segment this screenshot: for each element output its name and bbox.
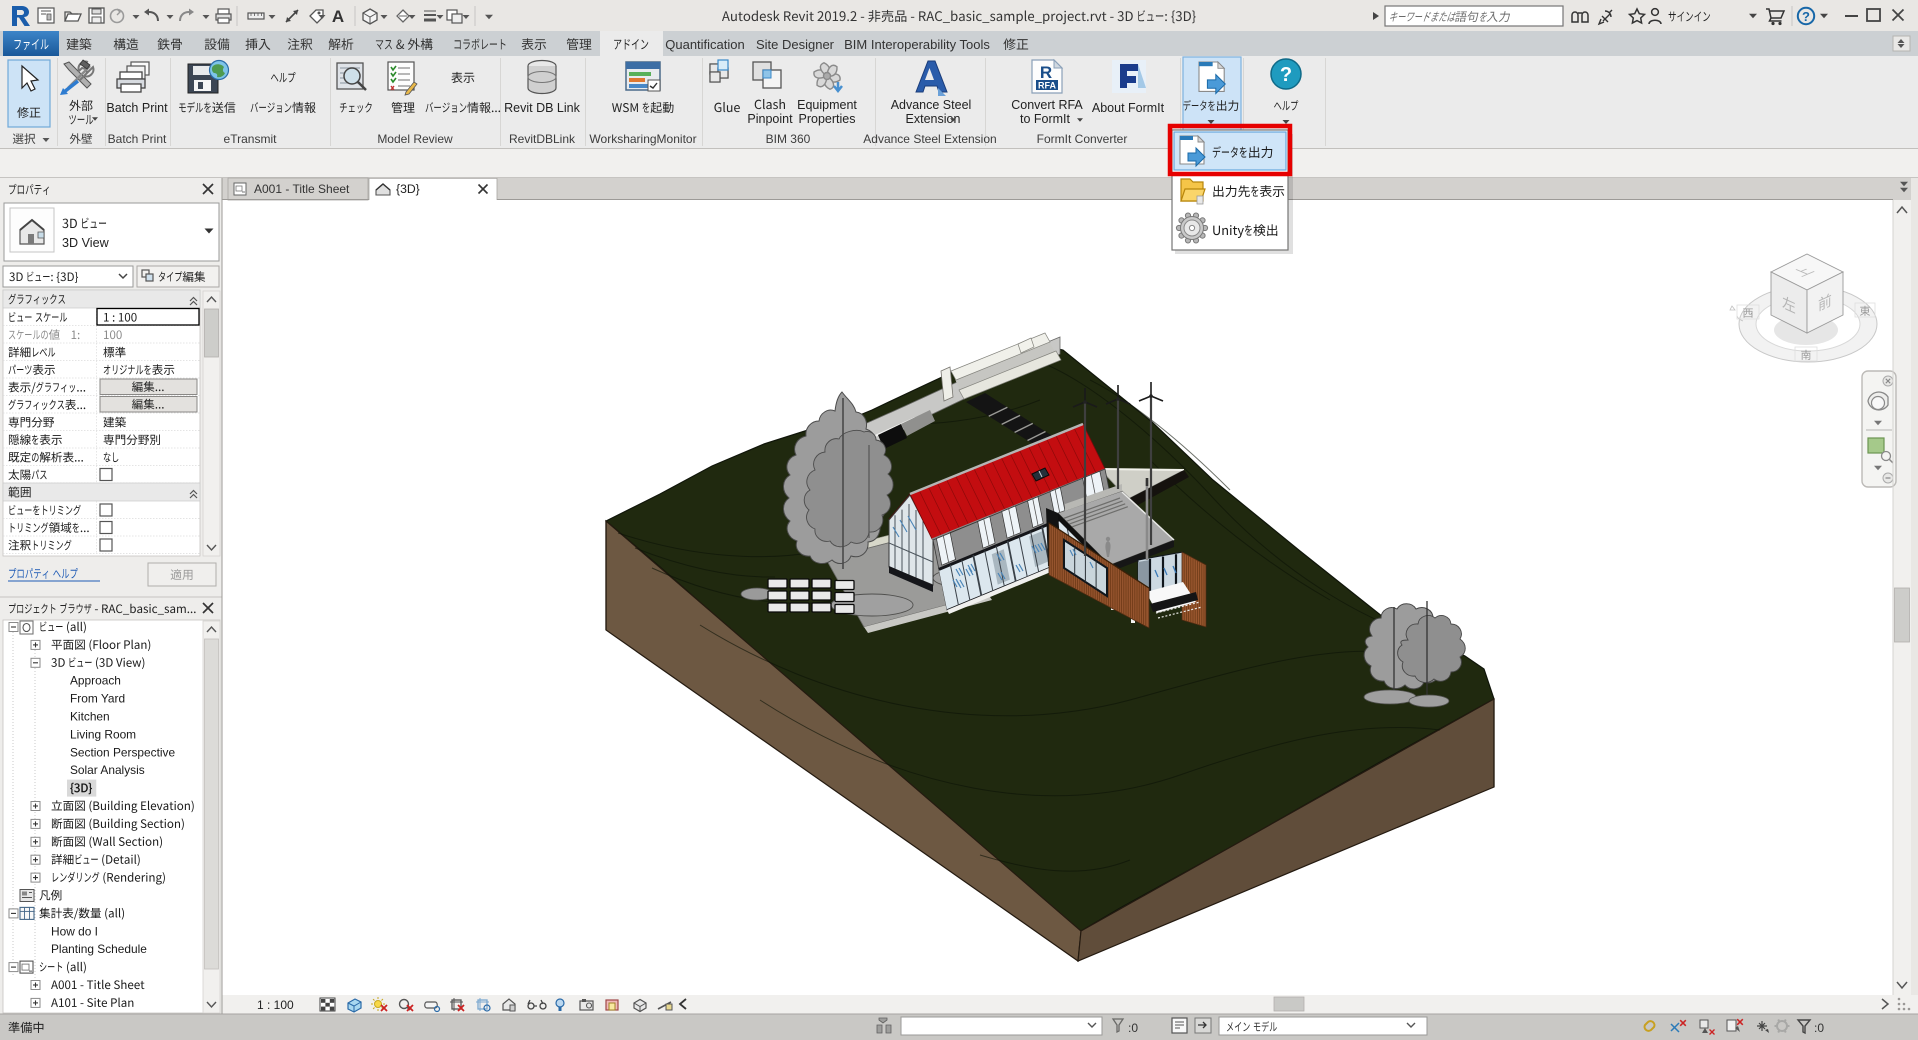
svg-text:About FormIt: About FormIt	[1092, 101, 1165, 115]
svg-text:A: A	[332, 7, 344, 26]
svg-text:BIM 360: BIM 360	[766, 132, 811, 146]
svg-text:A001 - Title Sheet: A001 - Title Sheet	[254, 182, 350, 196]
svg-text:{3D}: {3D}	[396, 182, 420, 196]
svg-text:Section Perspective: Section Perspective	[70, 745, 175, 759]
svg-text:Planting Schedule: Planting Schedule	[51, 942, 147, 956]
svg-text:Kitchen: Kitchen	[70, 710, 110, 724]
svg-text:Properties: Properties	[799, 112, 856, 126]
svg-text:Batch Print: Batch Print	[106, 101, 168, 115]
svg-text::0: :0	[1128, 1021, 1138, 1035]
svg-text:FormIt Converter: FormIt Converter	[1037, 132, 1128, 146]
svg-text:From Yard: From Yard	[70, 692, 125, 706]
svg-text:Equipment: Equipment	[797, 98, 857, 112]
svg-text:3D View: 3D View	[62, 236, 110, 250]
svg-text:Site Designer: Site Designer	[756, 37, 835, 52]
svg-text:to FormIt: to FormIt	[1020, 112, 1071, 126]
svg-text:Batch Print: Batch Print	[108, 132, 167, 146]
svg-text:Pinpoint: Pinpoint	[747, 112, 793, 126]
svg-text:RevitDBLink: RevitDBLink	[509, 132, 576, 146]
svg-text:Approach: Approach	[70, 674, 121, 688]
svg-text:How do I: How do I	[51, 924, 98, 938]
svg-text:?: ?	[1280, 64, 1292, 86]
svg-text:?: ?	[1802, 9, 1810, 24]
svg-text:Quantification: Quantification	[665, 37, 745, 52]
svg-text:Revit DB Link: Revit DB Link	[504, 101, 580, 115]
svg-text:Advance Steel: Advance Steel	[891, 98, 972, 112]
svg-text:R: R	[1040, 63, 1052, 82]
svg-text:Solar Analysis: Solar Analysis	[70, 763, 145, 777]
svg-text:eTransmit: eTransmit	[224, 132, 278, 146]
svg-text:WorksharingMonitor: WorksharingMonitor	[589, 132, 696, 146]
svg-text:RFA: RFA	[1038, 81, 1057, 91]
svg-text:Living Room: Living Room	[70, 727, 136, 741]
svg-text:Advance Steel Extension: Advance Steel Extension	[863, 132, 996, 146]
svg-text::0: :0	[1814, 1021, 1824, 1035]
svg-text:Convert RFA: Convert RFA	[1011, 98, 1083, 112]
svg-text:Model Review: Model Review	[377, 132, 453, 146]
svg-text:1 : 100: 1 : 100	[257, 998, 294, 1012]
svg-text:BIM Interoperability Tools: BIM Interoperability Tools	[844, 37, 990, 52]
